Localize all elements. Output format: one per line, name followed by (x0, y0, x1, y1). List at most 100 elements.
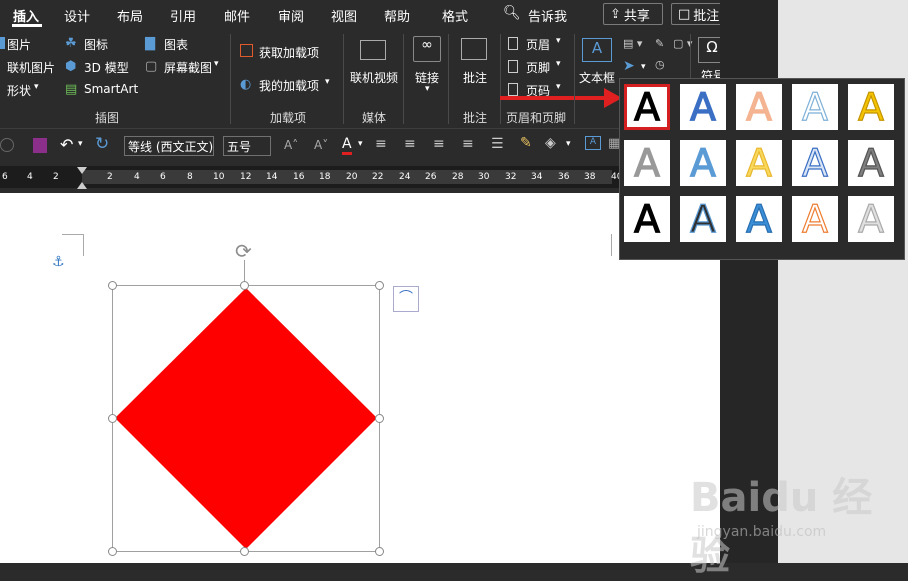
first-line-indent-marker[interactable] (77, 167, 87, 174)
wordart-style-4[interactable]: A (792, 84, 838, 130)
resize-handle-l[interactable] (108, 414, 117, 423)
quick-parts-icon[interactable]: ▤ ▾ (623, 37, 642, 50)
group-label-addins: 加载项 (270, 111, 307, 125)
wordart-style-10[interactable]: A (848, 140, 894, 186)
tab-help[interactable]: 帮助 (384, 6, 410, 25)
redo-icon[interactable]: ↻ (95, 134, 109, 154)
new-comment-button[interactable]: 批注 (463, 69, 487, 86)
ribbon-separator (500, 34, 501, 124)
header-icon (508, 37, 518, 50)
circle-icon[interactable] (0, 138, 14, 152)
3d-models-button[interactable]: 3D 模型 (84, 59, 129, 76)
tab-design[interactable]: 设计 (64, 6, 90, 25)
resize-handle-t[interactable] (240, 281, 249, 290)
wordart-style-13[interactable]: A (736, 196, 782, 242)
wordart-style-2[interactable]: A (680, 84, 726, 130)
wordart-style-3[interactable]: A (736, 84, 782, 130)
justify-icon[interactable]: ≡ (462, 136, 474, 152)
font-name-select[interactable]: 等线 (西文正文) (124, 136, 214, 156)
chevron-down-icon: ▾ (566, 139, 571, 149)
wordart-style-6[interactable]: A (624, 140, 670, 186)
online-pictures-button[interactable]: 联机图片 (7, 59, 55, 76)
chart-button[interactable]: 图表 (164, 36, 188, 53)
wordart-style-1[interactable]: A (624, 84, 670, 130)
ruler-number: 6 (160, 172, 166, 182)
chevron-down-icon: ▾ (641, 62, 646, 72)
chevron-down-icon: ▾ (325, 77, 330, 87)
ribbon-separator (448, 34, 449, 124)
screenshot-icon: ▢ (145, 59, 158, 74)
resize-handle-tl[interactable] (108, 281, 117, 290)
screenshot-button[interactable]: 屏幕截图 (164, 59, 212, 76)
tab-references[interactable]: 引用 (170, 6, 196, 25)
hanging-indent-marker[interactable] (77, 182, 87, 189)
ruler-number: 36 (558, 172, 570, 182)
text-box-small-icon[interactable]: A (585, 136, 601, 150)
wordart-style-14[interactable]: A (792, 196, 838, 242)
tab-view[interactable]: 视图 (331, 6, 357, 25)
ruler-number: 2 (53, 172, 59, 182)
shapes-button[interactable]: 形状 (7, 82, 31, 99)
ruler-number: 16 (293, 172, 305, 182)
wordart-style-15[interactable]: A (848, 196, 894, 242)
signature-line-icon[interactable]: ✎ (655, 37, 664, 50)
resize-handle-b[interactable] (240, 547, 249, 556)
font-color-icon[interactable]: A (342, 136, 352, 155)
layout-options-icon[interactable]: ⌒ (393, 286, 419, 312)
line-spacing-icon[interactable]: ☰ (491, 136, 504, 152)
diamond-shape[interactable] (112, 285, 380, 552)
tab-mailings[interactable]: 邮件 (224, 6, 250, 25)
rotate-handle-icon[interactable]: ⟳ (235, 239, 252, 263)
active-tab-underline (12, 24, 42, 27)
margin-corner-mark (62, 234, 84, 235)
tab-insert[interactable]: 插入 (13, 6, 39, 25)
smartart-button[interactable]: SmartArt (84, 82, 138, 96)
resize-handle-bl[interactable] (108, 547, 117, 556)
wordart-style-9[interactable]: A (792, 140, 838, 186)
chevron-down-icon: ▾ (556, 82, 561, 92)
tell-me-search[interactable]: 🔍︎ (503, 5, 521, 21)
grow-font-icon[interactable]: A˄ (284, 138, 298, 152)
footer-button[interactable]: 页脚 (526, 59, 550, 76)
my-addins-button[interactable]: 我的加载项 (259, 77, 319, 94)
undo-icon[interactable]: ↶ (60, 135, 73, 154)
wordart-style-12[interactable]: A (680, 196, 726, 242)
wordart-style-5[interactable]: A (848, 84, 894, 130)
text-box-icon: A (582, 38, 612, 62)
share-button[interactable]: ⇪ 共享 (603, 3, 663, 25)
wordart-style-8[interactable]: A (736, 140, 782, 186)
header-button[interactable]: 页眉 (526, 36, 550, 53)
online-video-button[interactable]: 联机视频 (350, 69, 398, 86)
format-painter-icon[interactable]: ✎ (520, 135, 532, 151)
icons-icon: ☘ (65, 36, 77, 51)
wordart-style-7[interactable]: A (680, 140, 726, 186)
resize-handle-tr[interactable] (375, 281, 384, 290)
tab-format[interactable]: 格式 (442, 6, 468, 25)
text-box-button[interactable]: 文本框 (579, 69, 615, 86)
diamond-polygon[interactable] (115, 288, 377, 549)
font-size-select[interactable]: 五号 (223, 136, 271, 156)
pictures-button[interactable]: 图片 (7, 36, 31, 53)
font-name-value: 等线 (西文正文) (128, 140, 214, 154)
shrink-font-icon[interactable]: A˅ (314, 138, 328, 152)
resize-handle-r[interactable] (375, 414, 384, 423)
date-time-icon[interactable]: ◷ (655, 58, 665, 71)
ribbon-separator (230, 34, 231, 124)
wordart-icon[interactable]: ➤ (623, 58, 635, 74)
tell-me-label[interactable]: 告诉我 (528, 6, 567, 25)
wordart-style-11[interactable]: A (624, 196, 670, 242)
align-left-icon[interactable]: ≡ (375, 136, 387, 152)
align-right-icon[interactable]: ≡ (433, 136, 445, 152)
ruler-number: 30 (478, 172, 490, 182)
footer-icon (508, 60, 518, 73)
shape-fill-icon[interactable]: ◈ (545, 135, 556, 151)
icons-button[interactable]: 图标 (84, 36, 108, 53)
align-center-icon[interactable]: ≡ (404, 136, 416, 152)
anchor-icon[interactable]: ⚓︎ (52, 254, 65, 270)
tab-review[interactable]: 审阅 (278, 6, 304, 25)
ruler-number: 12 (240, 172, 252, 182)
resize-handle-br[interactable] (375, 547, 384, 556)
save-icon[interactable] (33, 138, 47, 153)
get-addins-button[interactable]: 获取加载项 (259, 44, 319, 61)
tab-layout[interactable]: 布局 (117, 6, 143, 25)
